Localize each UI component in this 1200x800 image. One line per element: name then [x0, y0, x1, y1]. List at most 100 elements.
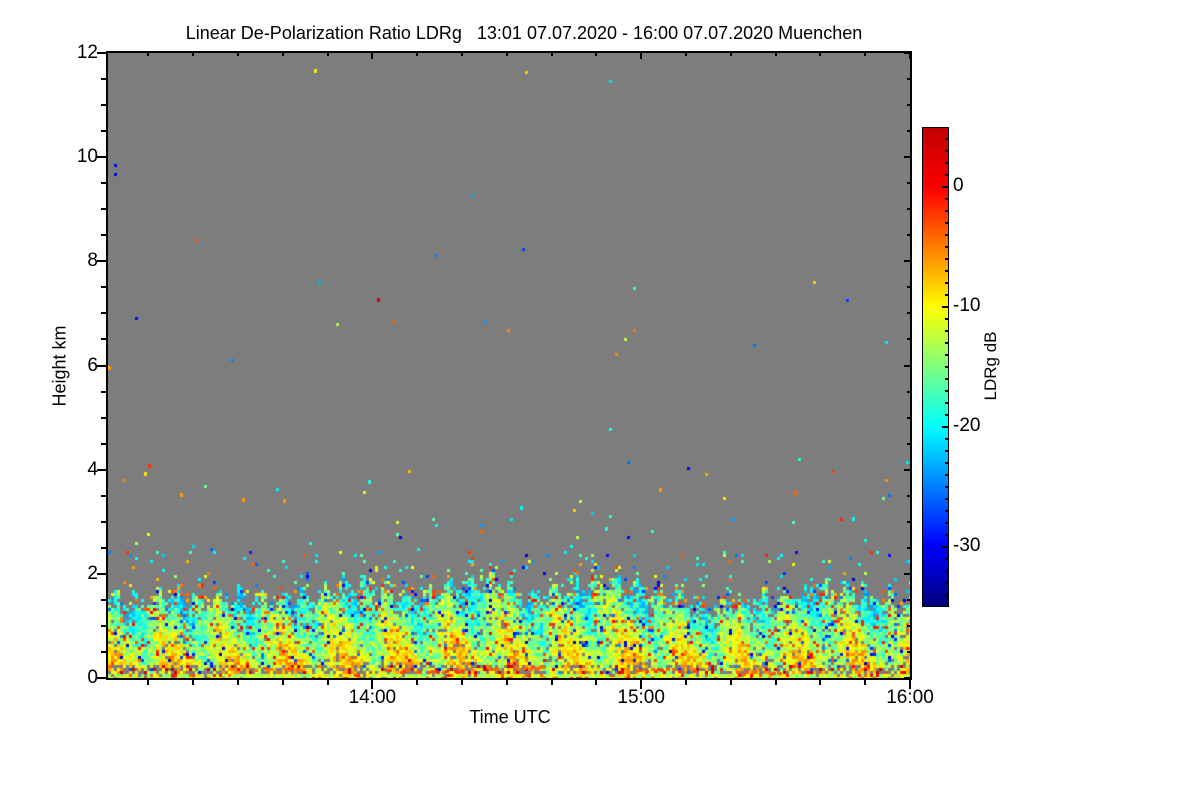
tick-mark — [147, 53, 149, 56]
y-tick-label: 8 — [87, 250, 98, 272]
tick-mark — [101, 651, 106, 653]
colorbar-label: LDRg dB — [981, 331, 1000, 401]
x-axis-label: Time UTC — [469, 707, 551, 727]
tick-mark — [237, 680, 239, 685]
colorbar-tick-mark — [945, 558, 948, 560]
tick-mark — [101, 391, 106, 393]
colorbar-tick-mark — [945, 270, 948, 272]
tick-mark — [907, 130, 910, 132]
tick-mark — [101, 338, 106, 340]
x-tick-label: 15:00 — [617, 687, 665, 708]
colorbar-tick-mark — [945, 438, 948, 440]
tick-mark — [907, 182, 910, 184]
colorbar-tick-mark — [942, 426, 948, 428]
tick-mark — [819, 680, 821, 685]
tick-mark — [101, 312, 106, 314]
tick-mark — [904, 469, 910, 471]
colorbar-tick-mark — [945, 474, 948, 476]
tick-mark — [101, 521, 106, 523]
colorbar-tick-mark — [945, 354, 948, 356]
colorbar-tick-mark — [945, 198, 948, 200]
plot-frame — [106, 51, 912, 680]
tick-mark — [101, 547, 106, 549]
colorbar-tick-mark — [945, 234, 948, 236]
tick-mark — [101, 208, 106, 210]
colorbar-tick-mark — [945, 402, 948, 404]
tick-mark — [904, 156, 910, 158]
tick-mark — [101, 599, 106, 601]
tick-mark — [461, 680, 463, 685]
colorbar-tick-mark — [945, 378, 948, 380]
y-tick-label: 2 — [87, 562, 98, 584]
colorbar-tick-mark — [945, 486, 948, 488]
colorbar-tick-mark — [945, 318, 948, 320]
colorbar-tick-mark — [945, 594, 948, 596]
tick-mark — [640, 53, 642, 59]
tick-mark — [97, 469, 106, 471]
tick-mark — [97, 156, 106, 158]
tick-mark — [819, 53, 821, 56]
colorbar-tick-mark — [945, 210, 948, 212]
tick-mark — [327, 53, 329, 56]
tick-mark — [371, 53, 373, 59]
colorbar-tick-mark — [942, 186, 948, 188]
tick-mark — [506, 53, 508, 56]
colorbar-tick-mark — [945, 582, 948, 584]
colorbar-tick-mark — [945, 522, 948, 524]
colorbar-tick-mark — [945, 570, 948, 572]
colorbar-tick-mark — [945, 390, 948, 392]
colorbar-tick-mark — [945, 150, 948, 152]
tick-mark — [907, 78, 910, 80]
tick-mark — [416, 680, 418, 685]
tick-mark — [551, 680, 553, 685]
tick-mark — [907, 391, 910, 393]
tick-mark — [192, 680, 194, 685]
colorbar-tick-mark — [945, 222, 948, 224]
colorbar-tick-mark — [945, 342, 948, 344]
colorbar-tick-mark — [945, 246, 948, 248]
tick-mark — [907, 599, 910, 601]
tick-mark — [907, 208, 910, 210]
tick-mark — [101, 234, 106, 236]
tick-mark — [327, 680, 329, 685]
colorbar-tick-mark — [945, 366, 948, 368]
tick-mark — [907, 495, 910, 497]
tick-mark — [730, 680, 732, 685]
tick-mark — [685, 680, 687, 685]
y-tick-label: 12 — [76, 42, 98, 63]
tick-mark — [907, 651, 910, 653]
tick-mark — [904, 573, 910, 575]
tick-mark — [907, 312, 910, 314]
y-tick-label: 4 — [87, 458, 98, 480]
tick-mark — [595, 680, 597, 685]
colorbar-tick-mark — [942, 306, 948, 308]
colorbar-tick-mark — [945, 534, 948, 536]
tick-mark — [101, 417, 106, 419]
tick-mark — [904, 365, 910, 367]
colorbar-tick-mark — [942, 546, 948, 548]
colorbar-tick-label: -20 — [953, 415, 981, 436]
tick-mark — [101, 625, 106, 627]
tick-mark — [97, 260, 106, 262]
colorbar-tick-mark — [945, 258, 948, 260]
tick-mark — [595, 53, 597, 56]
tick-mark — [904, 52, 910, 54]
colorbar-tick-mark — [945, 450, 948, 452]
y-tick-label: 10 — [76, 146, 98, 168]
colorbar-tick-label: -10 — [953, 295, 981, 316]
tick-mark — [97, 677, 106, 679]
y-tick-label: 6 — [87, 354, 98, 376]
tick-mark — [907, 521, 910, 523]
colorbar-tick-mark — [945, 174, 948, 176]
tick-mark — [97, 52, 106, 54]
tick-mark — [907, 104, 910, 106]
x-tick-label: 14:00 — [348, 687, 397, 708]
colorbar-tick-mark — [945, 462, 948, 464]
colorbar-tick-mark — [945, 294, 948, 296]
tick-mark — [237, 53, 239, 56]
tick-mark — [506, 680, 508, 685]
tick-mark — [101, 286, 106, 288]
tick-mark — [904, 677, 910, 679]
tick-mark — [101, 78, 106, 80]
tick-mark — [101, 443, 106, 445]
